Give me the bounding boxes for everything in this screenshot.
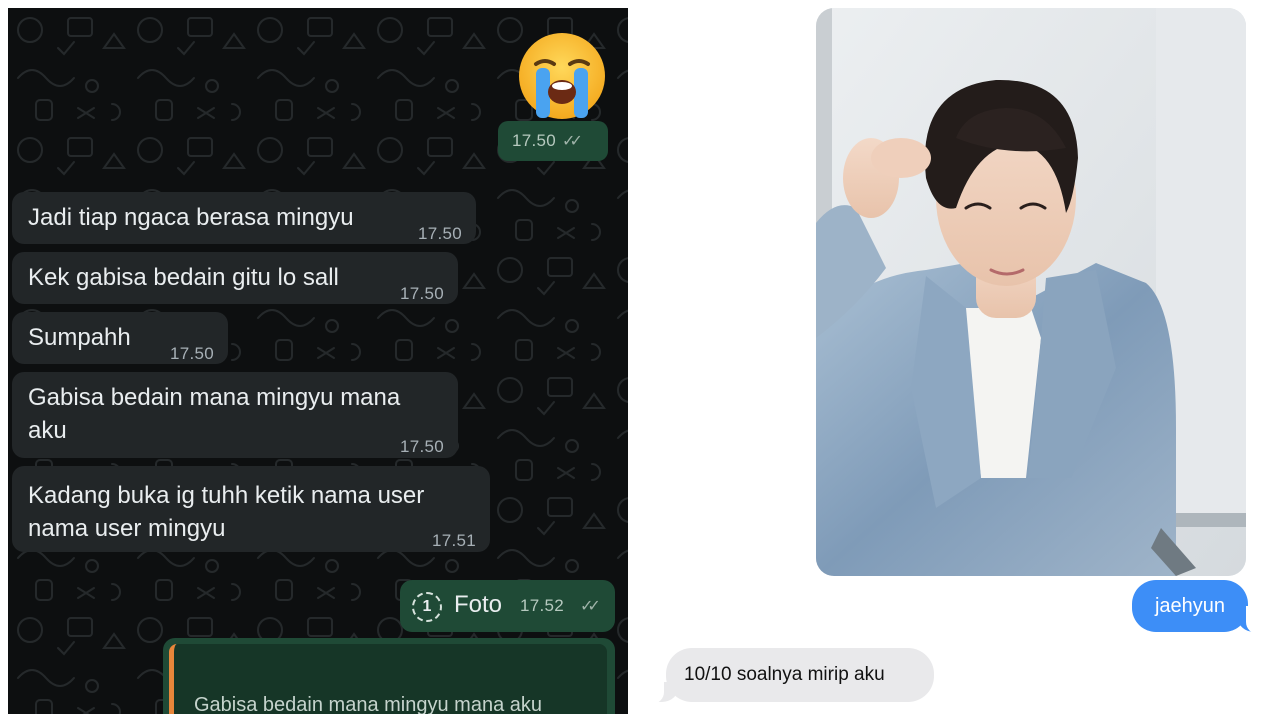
incoming-message[interactable]: Sumpahh 17.50: [12, 312, 228, 364]
whatsapp-chat-panel: 17.50 ✓✓ Jadi tiap ngaca berasa mingyu 1…: [8, 8, 628, 714]
quoted-text: Gabisa bedain mana mingyu mana aku: [194, 694, 542, 714]
received-message-bubble[interactable]: 10/10 soalnya mirip aku: [666, 648, 934, 702]
message-text-line: Kadang buka ig tuhh ketik nama user: [28, 482, 425, 509]
view-once-icon: 1: [412, 592, 442, 622]
message-text-line: nama user mingyu: [28, 515, 226, 542]
imessage-chat-panel: jaehyun 10/10 soalnya mirip aku: [640, 0, 1280, 720]
incoming-message[interactable]: Kek gabisa bedain gitu lo sall 17.50: [12, 252, 458, 304]
quoted-message[interactable]: Gabisa bedain mana mingyu mana aku: [169, 644, 607, 714]
view-once-photo-message[interactable]: 1 Foto 17.52 ✓✓: [400, 580, 615, 632]
double-check-icon: ✓✓: [562, 133, 583, 150]
message-text: Jadi tiap ngaca berasa mingyu: [28, 204, 354, 231]
reply-message[interactable]: Gabisa bedain mana mingyu mana aku: [163, 638, 615, 714]
incoming-message[interactable]: Kadang buka ig tuhh ketik nama user nama…: [12, 466, 490, 552]
message-time: 17.50: [169, 344, 214, 363]
loudly-crying-face-icon[interactable]: [516, 30, 608, 122]
message-text-line: Gabisa bedain mana mingyu mana: [28, 384, 401, 411]
message-text: Sumpahh: [28, 324, 131, 351]
emoji-message-status: 17.50 ✓✓: [498, 121, 608, 161]
incoming-message[interactable]: Jadi tiap ngaca berasa mingyu 17.50: [12, 192, 476, 244]
double-check-icon: ✓✓: [580, 598, 601, 615]
incoming-message[interactable]: Gabisa bedain mana mingyu mana aku 17.50: [12, 372, 458, 458]
photo-attachment[interactable]: [816, 8, 1246, 576]
photo-label: Foto: [454, 591, 503, 618]
message-text-line: aku: [28, 417, 67, 444]
message-time: 17.51: [431, 531, 476, 550]
message-time: 17.52: [520, 596, 565, 615]
sent-message-bubble[interactable]: jaehyun: [1132, 580, 1248, 632]
sent-bubble-tail-mask: [1246, 606, 1262, 634]
message-time: 17.50: [399, 437, 444, 456]
message-time: 17.50: [417, 224, 462, 243]
message-text: Kek gabisa bedain gitu lo sall: [28, 264, 339, 291]
message-time: 17.50: [512, 131, 557, 150]
message-time: 17.50: [399, 284, 444, 303]
person-photo-image: [816, 8, 1246, 576]
